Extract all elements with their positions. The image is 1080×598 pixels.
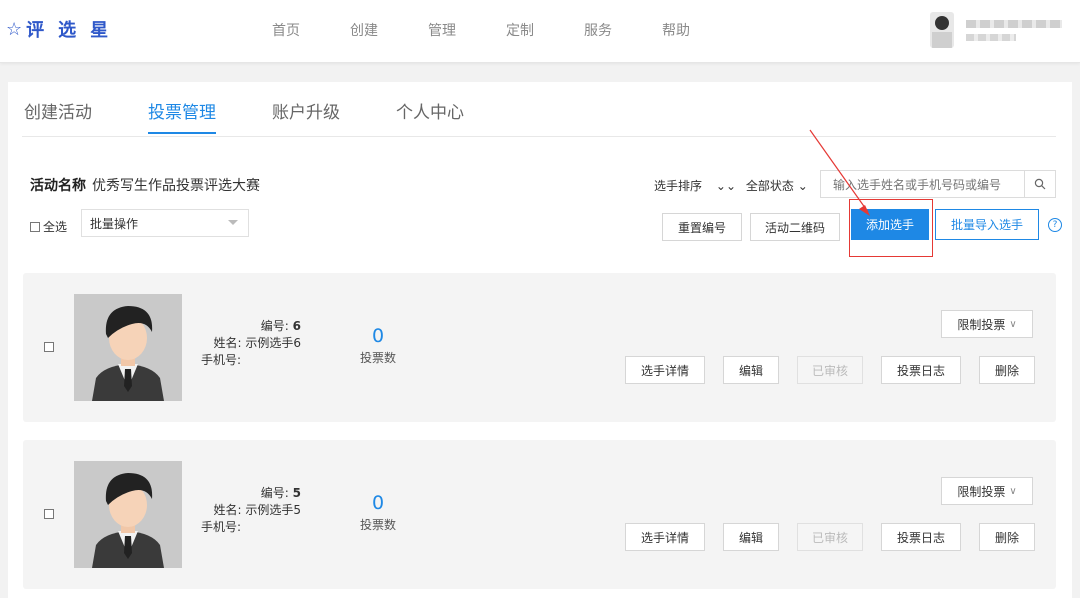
vote-count-label: 投票数 bbox=[359, 518, 396, 532]
vote-log-button[interactable]: 投票日志 bbox=[881, 523, 961, 551]
vote-count-label: 投票数 bbox=[359, 351, 396, 365]
contestant-photo[interactable] bbox=[74, 294, 182, 401]
edit-button[interactable]: 编辑 bbox=[723, 356, 779, 384]
contestant-photo[interactable] bbox=[74, 461, 182, 568]
main-panel: 创建活动 投票管理 账户升级 个人中心 活动名称 优秀写生作品投票评选大赛 选手排… bbox=[8, 82, 1072, 598]
contestant-name: 示例选手6 bbox=[245, 336, 301, 350]
vote-count-value: 0 bbox=[371, 325, 385, 347]
reviewed-button[interactable]: 已审核 bbox=[797, 523, 863, 551]
delete-button[interactable]: 删除 bbox=[979, 523, 1035, 551]
contestant-details-button[interactable]: 选手详情 bbox=[625, 523, 705, 551]
id-label: 编号: bbox=[260, 319, 289, 333]
brand-name: 评选星 bbox=[26, 20, 123, 41]
user-name-blurred[interactable] bbox=[966, 20, 1062, 28]
nav-help[interactable]: 帮助 bbox=[662, 20, 690, 40]
contestant-id: 6 bbox=[292, 319, 301, 333]
nav-create[interactable]: 创建 bbox=[350, 20, 378, 40]
name-label: 姓名: bbox=[213, 503, 242, 517]
id-label: 编号: bbox=[260, 486, 289, 500]
vote-log-button[interactable]: 投票日志 bbox=[881, 356, 961, 384]
contestant-checkbox[interactable] bbox=[44, 509, 54, 519]
edit-button[interactable]: 编辑 bbox=[723, 523, 779, 551]
delete-button[interactable]: 删除 bbox=[979, 356, 1035, 384]
nav-service[interactable]: 服务 bbox=[584, 20, 612, 40]
contestant-info: 编号: 5 姓名: 示例选手5 手机号: bbox=[201, 485, 301, 536]
nav-home[interactable]: 首页 bbox=[272, 20, 300, 40]
phone-label: 手机号: bbox=[201, 353, 242, 367]
star-icon: ☆ bbox=[6, 18, 23, 40]
limit-vote-dropdown[interactable]: 限制投票 ∨ bbox=[941, 477, 1033, 505]
name-label: 姓名: bbox=[213, 336, 242, 350]
vote-count-value: 0 bbox=[371, 492, 385, 514]
reviewed-button[interactable]: 已审核 bbox=[797, 356, 863, 384]
contestant-checkbox[interactable] bbox=[44, 342, 54, 352]
contestant-id: 5 bbox=[292, 486, 301, 500]
brand-logo[interactable]: ☆ 评选星 bbox=[6, 16, 122, 42]
user-avatar[interactable] bbox=[930, 12, 954, 48]
vote-count: 0 投票数 bbox=[353, 325, 403, 366]
top-navbar: ☆ 评选星 首页 创建 管理 定制 服务 帮助 bbox=[0, 0, 1080, 63]
main-nav: 首页 创建 管理 定制 服务 帮助 bbox=[272, 20, 740, 40]
phone-label: 手机号: bbox=[201, 520, 242, 534]
vote-count: 0 投票数 bbox=[353, 492, 403, 533]
contestant-card: 编号: 6 姓名: 示例选手6 手机号: 0 投票数 限制投票 ∨ 选手详情 编辑… bbox=[23, 273, 1056, 422]
contestant-card: 编号: 5 姓名: 示例选手5 手机号: 0 投票数 限制投票 ∨ 选手详情 编辑… bbox=[23, 440, 1056, 589]
contestant-name: 示例选手5 bbox=[245, 503, 301, 517]
contestant-info: 编号: 6 姓名: 示例选手6 手机号: bbox=[201, 318, 301, 369]
limit-vote-dropdown[interactable]: 限制投票 ∨ bbox=[941, 310, 1033, 338]
limit-vote-label: 限制投票 bbox=[957, 484, 1006, 499]
person-avatar-icon bbox=[74, 294, 182, 401]
contestant-details-button[interactable]: 选手详情 bbox=[625, 356, 705, 384]
person-avatar-icon bbox=[74, 461, 182, 568]
limit-vote-label: 限制投票 bbox=[957, 317, 1006, 332]
chevron-down-icon: ∨ bbox=[1009, 318, 1017, 330]
nav-custom[interactable]: 定制 bbox=[506, 20, 534, 40]
nav-manage[interactable]: 管理 bbox=[428, 20, 456, 40]
chevron-down-icon: ∨ bbox=[1009, 485, 1017, 497]
user-info-blurred bbox=[966, 34, 1016, 41]
